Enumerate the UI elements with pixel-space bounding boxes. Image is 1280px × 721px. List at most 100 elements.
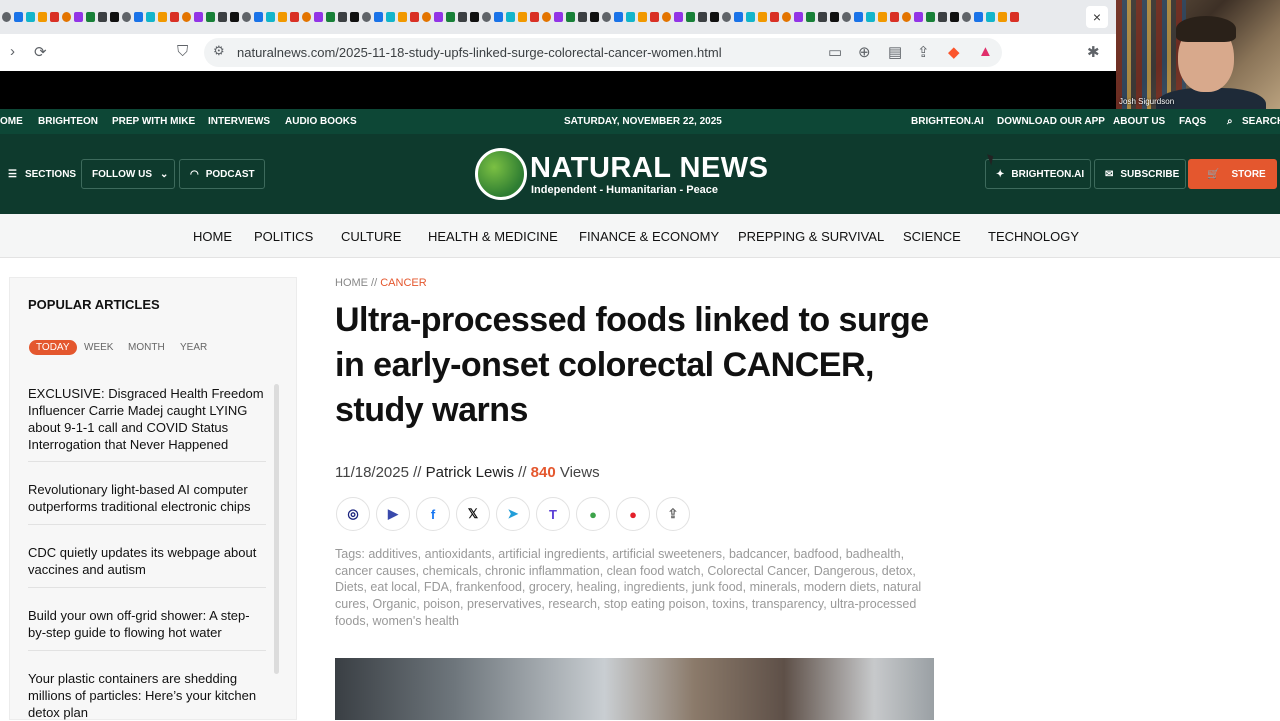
topnav-download-app[interactable]: DOWNLOAD OUR APP [997,116,1105,127]
nav-culture[interactable]: CULTURE [341,229,401,244]
tab-favicon-icon[interactable] [602,12,611,22]
tab-favicon-icon[interactable] [914,12,923,22]
tab-favicon-icon[interactable] [230,12,239,22]
forward-icon[interactable]: › [10,43,15,60]
tab-favicon-icon[interactable] [926,12,935,22]
topnav-search[interactable]: SEARCH [1242,116,1280,127]
store-button[interactable]: 🛒 STORE [1188,159,1277,189]
sections-button[interactable]: ☰ SECTIONS [0,159,76,189]
tab-favicon-icon[interactable] [386,12,395,22]
tab-favicon-icon[interactable] [74,12,83,22]
tab-favicon-icon[interactable] [290,12,299,22]
topnav-faqs[interactable]: FAQS [1179,116,1206,127]
topnav-brighteon-ai[interactable]: BRIGHTEON.AI [911,116,984,127]
tab-favicon-icon[interactable] [314,12,323,22]
tab-favicon-icon[interactable] [530,12,539,22]
share-gettr-icon[interactable]: ● [616,497,650,531]
tab-favicon-icon[interactable] [770,12,779,22]
tab-favicon-icon[interactable] [938,12,947,22]
topnav-home[interactable]: OME [0,116,23,127]
tab-favicon-icon[interactable] [50,12,59,22]
tab-favicon-icon[interactable] [182,12,191,22]
share-telegram-icon[interactable]: ➤ [496,497,530,531]
popular-article-link[interactable]: EXCLUSIVE: Disgraced Health Freedom Infl… [28,385,266,453]
nav-home[interactable]: HOME [193,229,232,244]
cast-icon[interactable]: ▭ [828,43,842,61]
tab-favicon-icon[interactable] [410,12,419,22]
breadcrumb-home[interactable]: HOME [335,277,368,289]
tab-favicon-icon[interactable] [170,12,179,22]
tab-favicon-icon[interactable] [878,12,887,22]
tab-favicon-icon[interactable] [26,12,35,22]
popular-article-link[interactable]: Build your own off-grid shower: A step-b… [28,607,266,641]
article-author[interactable]: Patrick Lewis [426,464,514,481]
share-brighteon-icon[interactable]: ◎ [336,497,370,531]
sidebar-scrollbar[interactable] [274,384,279,674]
popular-article-link[interactable]: Your plastic containers are shedding mil… [28,670,266,721]
tab-favicon-icon[interactable] [14,12,23,22]
tab-favicon-icon[interactable] [86,12,95,22]
tab-favicon-icon[interactable] [302,12,311,22]
share-frog-icon[interactable]: ● [576,497,610,531]
tab-month[interactable]: MONTH [128,342,165,353]
tab-favicon-icon[interactable] [674,12,683,22]
brighteon-ai-button[interactable]: ✦ BRIGHTEON.AI [985,159,1091,189]
tab-favicon-icon[interactable] [278,12,287,22]
podcast-button[interactable]: ◠ PODCAST [179,159,265,189]
tab-favicon-icon[interactable] [686,12,695,22]
topnav-audiobooks[interactable]: AUDIO BOOKS [285,116,357,127]
share-brighteon-video-icon[interactable]: ▶ [376,497,410,531]
bookmark-icon[interactable]: ⛉ [177,43,188,60]
site-settings-icon[interactable]: ⚙ [213,43,225,59]
tab-favicon-icon[interactable] [998,12,1007,22]
tab-week[interactable]: WEEK [84,342,113,353]
tab-favicon-icon[interactable] [242,12,251,22]
tab-favicon-icon[interactable] [722,12,731,22]
follow-us-button[interactable]: FOLLOW US ⌄ [81,159,175,189]
tab-favicon-icon[interactable] [554,12,563,22]
popular-article-link[interactable]: CDC quietly updates its webpage about va… [28,544,266,578]
nav-health[interactable]: HEALTH & MEDICINE [428,229,558,244]
tab-favicon-icon[interactable] [710,12,719,22]
tab-favicon-icon[interactable] [254,12,263,22]
tab-favicon-icon[interactable] [662,12,671,22]
tab-favicon-icon[interactable] [650,12,659,22]
share-icon[interactable]: ⇪ [917,43,930,61]
tab-favicon-icon[interactable] [482,12,491,22]
tab-favicon-icon[interactable] [446,12,455,22]
tab-favicon-icon[interactable] [746,12,755,22]
tab-favicon-icon[interactable] [986,12,995,22]
tab-favicon-icon[interactable] [854,12,863,22]
share-facebook-icon[interactable]: f [416,497,450,531]
tab-favicon-icon[interactable] [866,12,875,22]
tab-favicon-icon[interactable] [458,12,467,22]
logo-title[interactable]: NATURAL NEWS [530,152,769,185]
tab-favicon-icon[interactable] [2,12,11,22]
nav-science[interactable]: SCIENCE [903,229,961,244]
tab-favicon-icon[interactable] [422,12,431,22]
tab-year[interactable]: YEAR [180,342,207,353]
tab-favicon-icon[interactable] [902,12,911,22]
tab-favicon-icon[interactable] [590,12,599,22]
tab-favicon-icon[interactable] [638,12,647,22]
tab-favicon-icon[interactable] [146,12,155,22]
address-bar[interactable]: ⚙ naturalnews.com/2025-11-18-study-upfs-… [204,38,1002,67]
breadcrumb-category[interactable]: CANCER [380,277,426,289]
tab-close-button[interactable]: × [1086,6,1108,28]
tab-favicon-icon[interactable] [134,12,143,22]
tab-favicon-icon[interactable] [1010,12,1019,22]
tab-favicon-icon[interactable] [818,12,827,22]
tab-favicon-icon[interactable] [566,12,575,22]
search-icon[interactable]: ⌕ [1227,116,1233,127]
share-truth-icon[interactable]: T [536,497,570,531]
topnav-prep[interactable]: PREP WITH MIKE [112,116,195,127]
popular-article-link[interactable]: Revolutionary light-based AI computer ou… [28,481,266,515]
tab-favicon-icon[interactable] [326,12,335,22]
tab-favicon-icon[interactable] [194,12,203,22]
tab-favicon-icon[interactable] [338,12,347,22]
tab-favicon-icon[interactable] [974,12,983,22]
tab-strip[interactable] [0,0,1116,34]
subscribe-button[interactable]: ✉ SUBSCRIBE [1094,159,1186,189]
tab-favicon-icon[interactable] [494,12,503,22]
url-text[interactable]: naturalnews.com/2025-11-18-study-upfs-li… [237,45,722,60]
